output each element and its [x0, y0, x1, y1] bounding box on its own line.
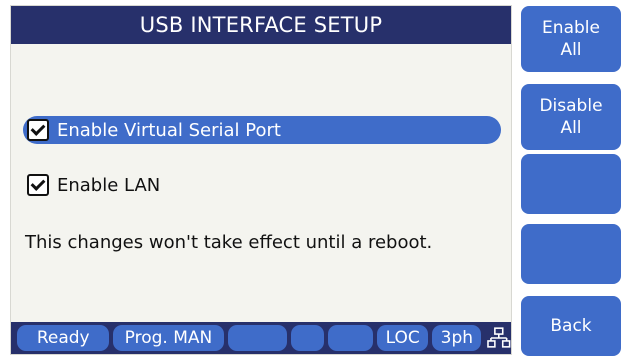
option-enable-virtual-serial-port[interactable]: Enable Virtual Serial Port — [23, 116, 501, 144]
instrument-screen: USB INTERFACE SETUP Enable Virtual Seria… — [0, 0, 626, 362]
back-button[interactable]: Back — [521, 296, 621, 356]
disable-all-label-line1: Disable — [539, 96, 603, 116]
checkbox-checked-icon[interactable] — [27, 119, 49, 141]
page-title: USB INTERFACE SETUP — [11, 6, 511, 44]
status-bar: Ready Prog. MAN LOC 3ph — [11, 322, 511, 354]
disable-all-button[interactable]: Disable All — [521, 84, 621, 150]
enable-all-label-line2: All — [560, 40, 582, 60]
main-panel: USB INTERFACE SETUP Enable Virtual Seria… — [10, 5, 512, 355]
network-icon — [487, 327, 511, 348]
status-slot-empty — [227, 325, 287, 351]
status-prog-mode: Prog. MAN — [113, 325, 224, 351]
status-slot-empty — [327, 325, 374, 351]
option-label: Enable LAN — [57, 174, 161, 196]
status-phase: 3ph — [432, 325, 482, 351]
status-ready: Ready — [17, 325, 110, 351]
page-title-text: USB INTERFACE SETUP — [139, 13, 383, 37]
back-label: Back — [550, 316, 592, 336]
enable-all-button[interactable]: Enable All — [521, 6, 621, 72]
status-loc: LOC — [377, 325, 429, 351]
option-label: Enable Virtual Serial Port — [57, 119, 281, 141]
checkbox-checked-icon[interactable] — [27, 174, 49, 196]
enable-all-label-line1: Enable — [542, 18, 600, 38]
softkey-blank-1[interactable] — [521, 154, 621, 214]
softkey-blank-2[interactable] — [521, 224, 621, 284]
reboot-notice: This changes won't take effect until a r… — [25, 232, 433, 253]
option-enable-lan[interactable]: Enable LAN — [23, 171, 160, 199]
status-slot-empty — [290, 325, 324, 351]
disable-all-label-line2: All — [560, 118, 582, 138]
